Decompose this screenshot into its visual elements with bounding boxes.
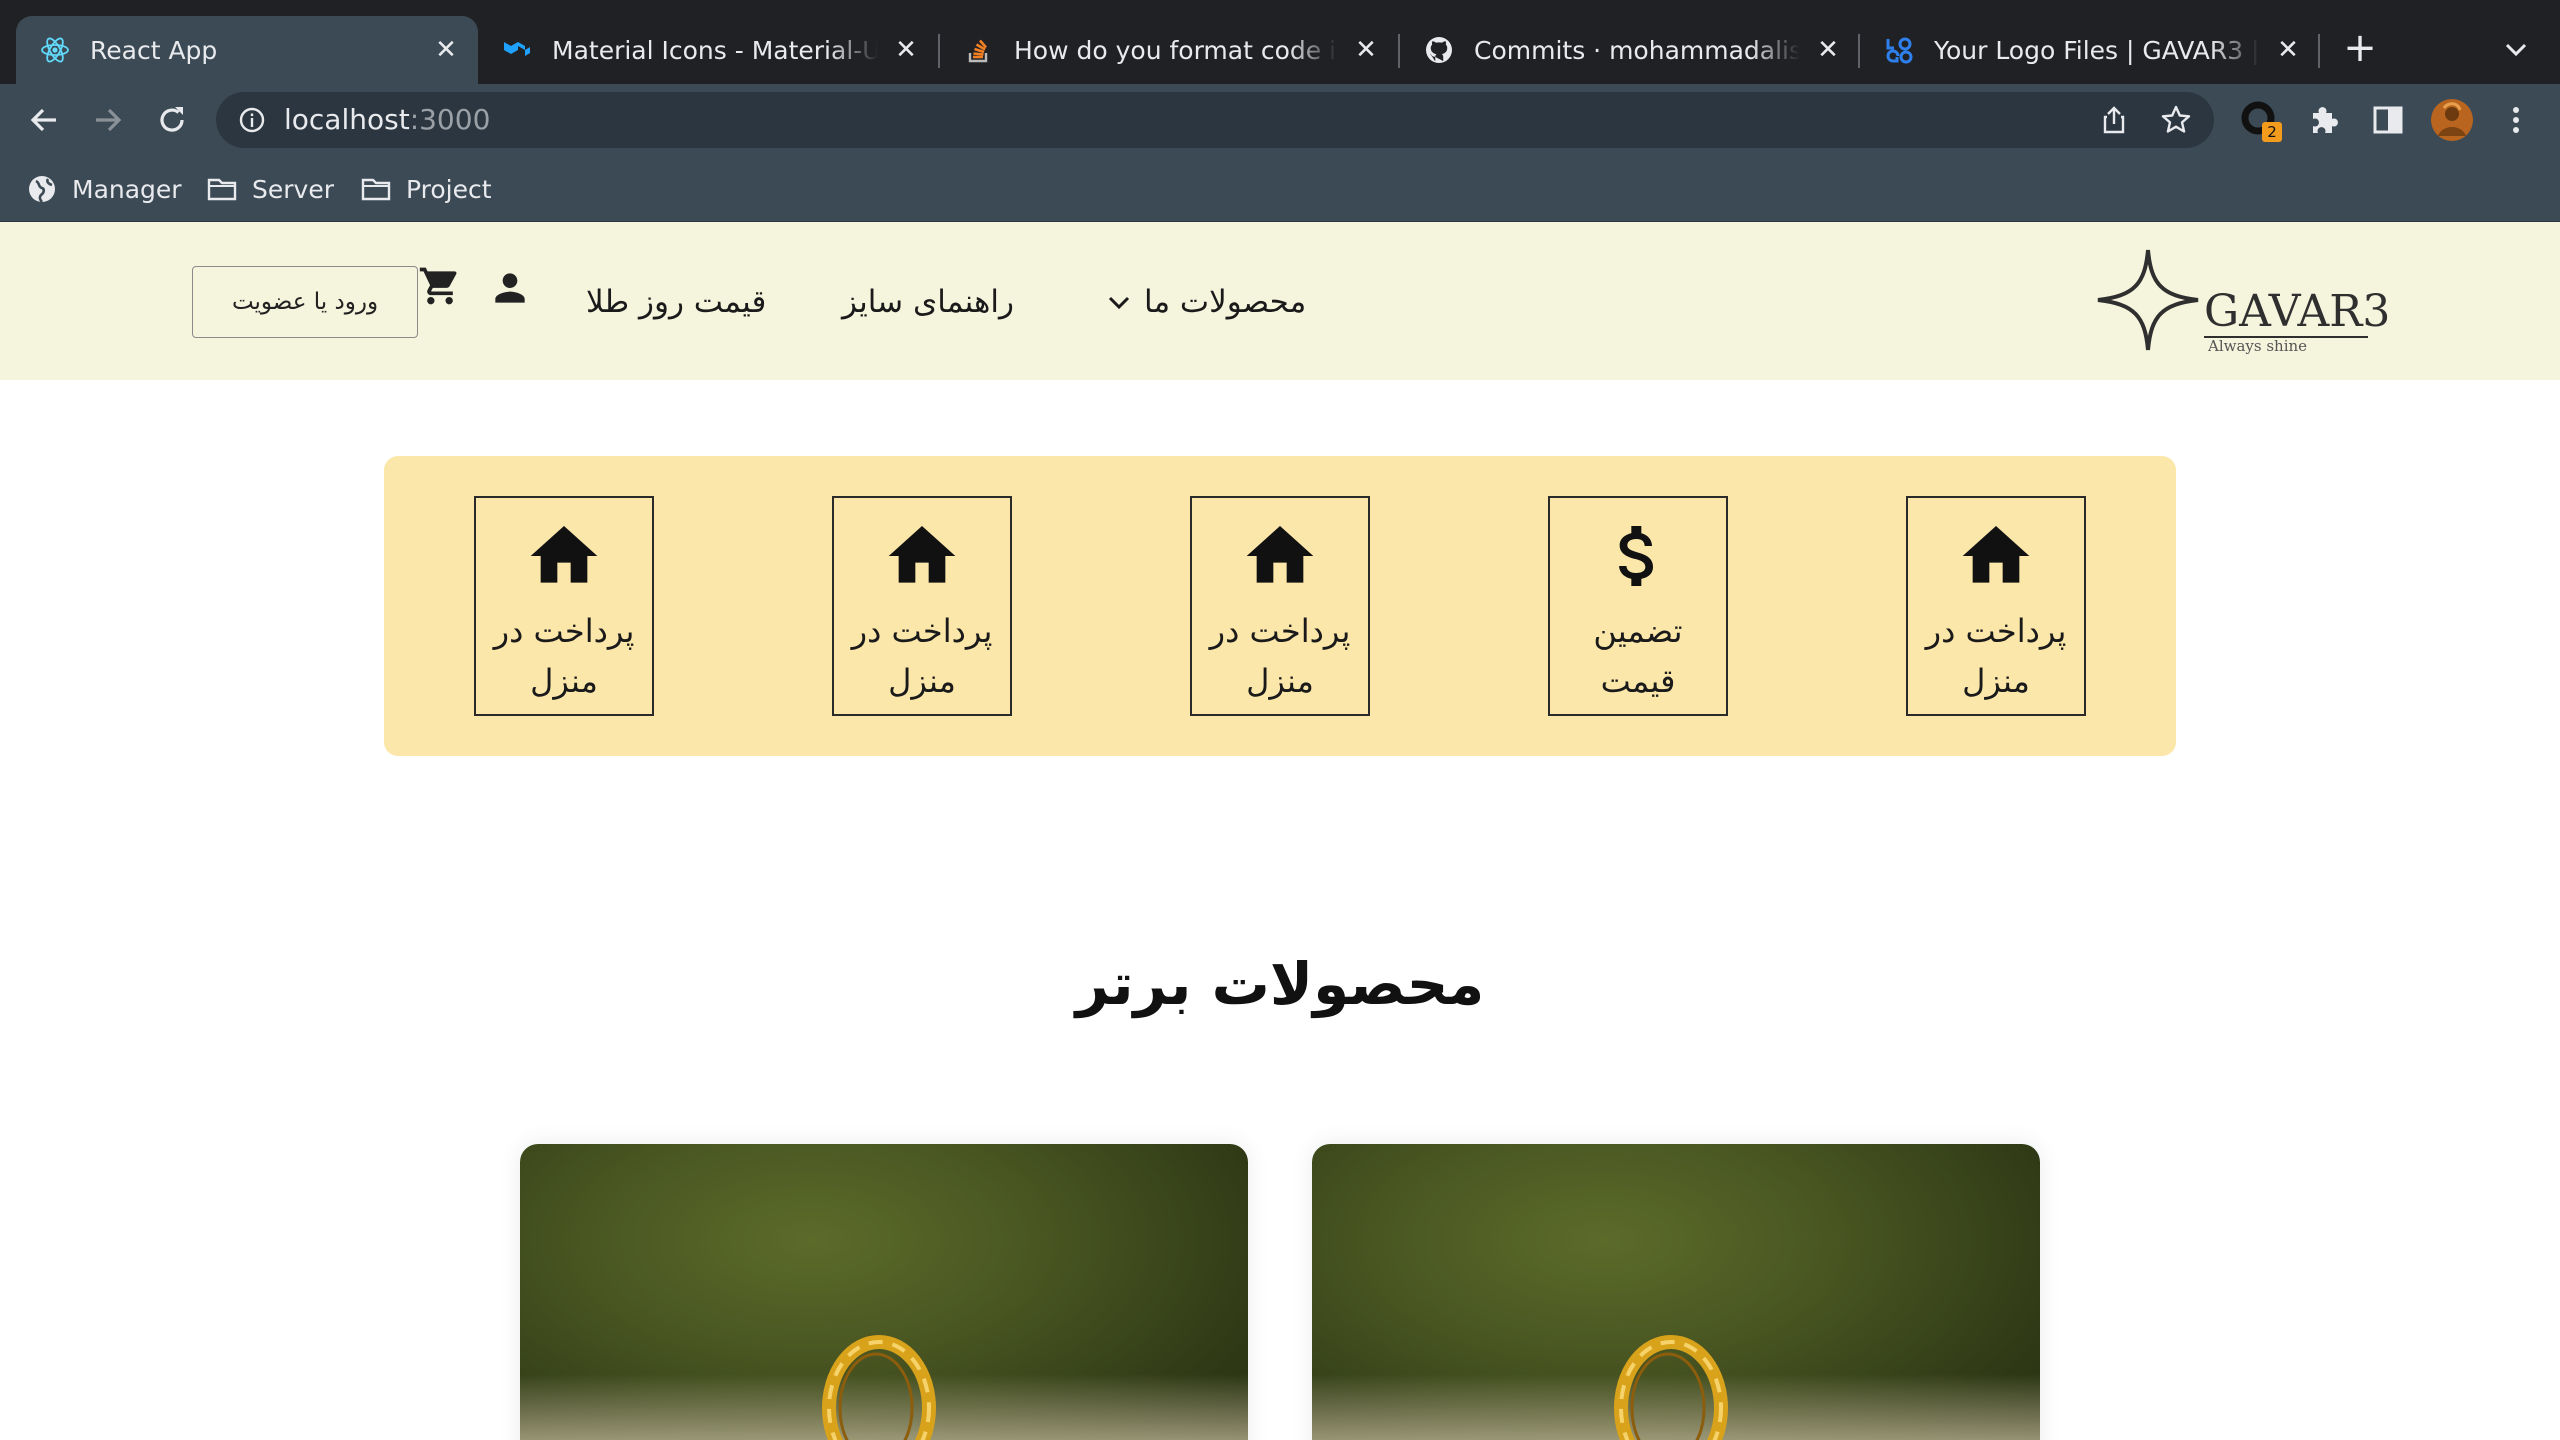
home-icon (1962, 526, 2030, 583)
nav-products-label: محصولات ما (1144, 284, 1307, 320)
chevron-down-icon (1108, 296, 1130, 310)
new-tab-plus-icon[interactable]: + (2340, 28, 2380, 68)
bookmark-star-icon[interactable] (2160, 104, 2192, 136)
tab-search-chevron-icon[interactable] (2496, 30, 2536, 70)
close-icon[interactable]: ✕ (2274, 36, 2302, 64)
tab-title: Material Icons - Material-UI (552, 35, 878, 65)
feature-label: پرداخت در منزل (493, 612, 635, 700)
bookmark-label: Server (252, 174, 334, 204)
feature-label: پرداخت در منزل (851, 612, 993, 700)
site-logo[interactable]: GAVAR3 Always shine (2096, 248, 2390, 358)
logo-text: GAVAR3 (2204, 286, 2391, 337)
logo-files-icon (1884, 35, 1914, 65)
site-info-icon[interactable] (236, 104, 268, 136)
address-bar[interactable]: localhost:3000 (216, 92, 2214, 148)
side-panel-icon[interactable] (2366, 98, 2410, 142)
tab-title: Your Logo Files | GAVAR3 | LOGO (1934, 35, 2260, 65)
url-host: localhost (284, 103, 410, 136)
share-icon[interactable] (2098, 104, 2130, 136)
tab-stackoverflow[interactable]: How do you format code in Visual Studio … (940, 16, 1398, 84)
bookmark-project[interactable]: Project (360, 170, 492, 208)
product-card[interactable] (1312, 1144, 2040, 1440)
address-url: localhost:3000 (284, 104, 490, 136)
browser-menu-icon[interactable] (2494, 98, 2538, 142)
dollar-icon (1619, 526, 1653, 586)
tab-react-app[interactable]: React App ✕ (16, 16, 478, 84)
tab-title: React App (90, 35, 218, 65)
tab-logo-files[interactable]: Your Logo Files | GAVAR3 | LOGO ✕ (1860, 16, 2320, 84)
nav-size-guide-label: راهنمای سایز (842, 284, 1014, 320)
github-icon (1424, 35, 1454, 65)
close-icon[interactable]: ✕ (1352, 36, 1380, 64)
puzzle-extensions-icon[interactable] (2302, 98, 2346, 142)
star-logo-icon (2097, 249, 2199, 351)
browser-toolbar: localhost:3000 2 (0, 84, 2560, 156)
logo-tagline: Always shine (2208, 337, 2308, 355)
tab-github-commits[interactable]: Commits · mohammadalisaeidi ✕ (1400, 16, 1860, 84)
close-icon[interactable]: ✕ (892, 36, 920, 64)
login-register-button[interactable]: ورود یا عضویت (192, 266, 418, 338)
bookmark-server[interactable]: Server (206, 170, 334, 208)
globe-icon (26, 173, 58, 205)
gold-ring-image (822, 1335, 936, 1440)
nav-size-guide[interactable]: راهنمای سایز (842, 278, 1014, 326)
features-panel: پرداخت در منزل پرداخت در منزل پرداخت در … (384, 456, 2176, 756)
close-icon[interactable]: ✕ (1814, 36, 1842, 64)
url-port: :3000 (409, 103, 491, 136)
extension-badge: 2 (2267, 123, 2277, 141)
feature-card-home-payment: پرداخت در منزل (474, 496, 654, 716)
home-icon (1246, 526, 1314, 583)
tab-material-icons[interactable]: Material Icons - Material-UI ✕ (478, 16, 938, 84)
react-icon (40, 35, 70, 65)
feature-label: پرداخت در منزل (1209, 612, 1351, 700)
stackoverflow-icon (964, 35, 994, 65)
top-products-title: محصولات برتر (1075, 950, 1485, 1018)
feature-card-home-payment: پرداخت در منزل (1906, 496, 2086, 716)
site-header: GAVAR3 Always shine محصولات ما راهنمای س… (0, 222, 2560, 380)
bookmarks-bar: Manager Server Project (0, 156, 2560, 222)
bookmark-label: Project (406, 174, 492, 204)
reload-icon[interactable] (150, 98, 194, 142)
shopping-cart-icon[interactable] (418, 264, 462, 308)
feature-label: پرداخت در منزل (1925, 612, 2067, 700)
extension-ring-icon[interactable]: 2 (2238, 98, 2282, 142)
browser-tab-strip: React App ✕ Material Icons - Material-UI… (0, 0, 2560, 84)
home-icon (530, 526, 598, 583)
tab-separator (2318, 34, 2320, 68)
gold-ring-image (1614, 1335, 1728, 1440)
bookmark-manager[interactable]: Manager (26, 170, 182, 208)
tab-title: Commits · mohammadalisaeidi (1474, 35, 1800, 65)
nav-gold-price[interactable]: قیمت روز طلا (586, 278, 766, 326)
feature-card-price-guarantee: تضمین قیمت (1548, 496, 1728, 716)
feature-card-home-payment: پرداخت در منزل (1190, 496, 1370, 716)
folder-icon (360, 173, 392, 205)
nav-gold-price-label: قیمت روز طلا (586, 284, 767, 320)
product-card[interactable] (520, 1144, 1248, 1440)
feature-label: تضمین قیمت (1593, 612, 1683, 700)
profile-avatar[interactable] (2430, 98, 2474, 142)
close-icon[interactable]: ✕ (432, 36, 460, 64)
back-arrow-icon[interactable] (22, 98, 66, 142)
feature-card-home-payment: پرداخت در منزل (832, 496, 1012, 716)
bookmark-label: Manager (72, 174, 182, 204)
nav-products[interactable]: محصولات ما (1104, 278, 1306, 326)
mui-icon (502, 35, 532, 65)
forward-arrow-icon[interactable] (86, 98, 130, 142)
tab-title: How do you format code in Visual Studio … (1014, 35, 1338, 65)
folder-icon (206, 173, 238, 205)
home-icon (888, 526, 956, 583)
account-person-icon[interactable] (488, 266, 532, 310)
